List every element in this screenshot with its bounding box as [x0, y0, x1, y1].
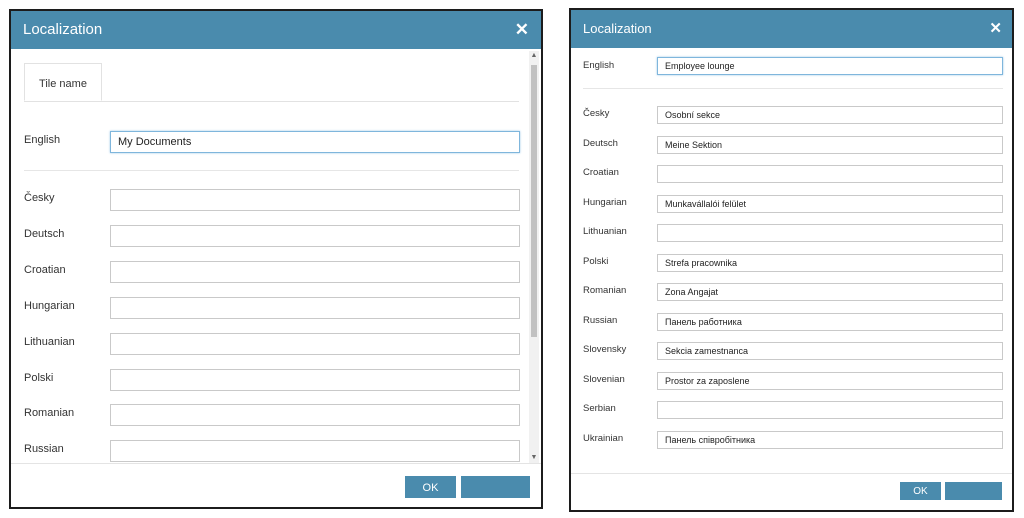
language-label--esky: Česky: [24, 192, 55, 204]
language-field-deutsch[interactable]: [110, 224, 520, 247]
dialog-title: Localization: [23, 21, 103, 38]
english-field[interactable]: [657, 57, 1003, 75]
language-field-romanian[interactable]: [110, 404, 520, 427]
ok-button[interactable]: OK: [900, 482, 941, 500]
language-label-lithuanian: Lithuanian: [24, 335, 75, 348]
language-field-russian[interactable]: [110, 440, 520, 463]
ok-button[interactable]: OK: [405, 476, 456, 498]
dialog-title: Localization: [583, 21, 652, 36]
language-field-ukrainian[interactable]: [657, 430, 1003, 449]
language-label--esky: Česky: [583, 108, 610, 119]
english-label: English: [583, 60, 615, 71]
language-label-russian: Russian: [24, 443, 64, 456]
language-field-deutsch[interactable]: [657, 135, 1003, 154]
scrollbar[interactable]: ▲ ▼: [529, 51, 539, 463]
language-label-hungarian: Hungarian: [583, 196, 627, 208]
tab-tile-name[interactable]: Tile name: [24, 63, 102, 101]
language-label-polski: Polski: [583, 255, 609, 267]
language-label-slovensky: Slovensky: [583, 344, 627, 355]
dialog-footer: OK: [11, 463, 541, 507]
language-label-ukrainian: Ukrainian: [583, 432, 624, 444]
secondary-button[interactable]: [461, 476, 530, 498]
language-field-russian[interactable]: [657, 312, 1003, 331]
scroll-up-icon[interactable]: ▲: [529, 51, 539, 61]
language-label-romanian: Romanian: [583, 285, 627, 296]
language-field-slovensky[interactable]: [657, 342, 1003, 360]
close-icon[interactable]: ✕: [515, 11, 529, 49]
language-field-lithuanian[interactable]: [657, 224, 1003, 242]
language-field-hungarian[interactable]: [657, 194, 1003, 213]
dialog-footer: OK: [571, 473, 1012, 510]
language-label-slovenian: Slovenian: [583, 373, 625, 385]
scroll-down-icon[interactable]: ▼: [529, 453, 539, 463]
language-label-hungarian: Hungarian: [24, 299, 75, 312]
secondary-button[interactable]: [945, 482, 1002, 500]
english-label: English: [24, 134, 61, 146]
localization-dialog-tile-name: Localization ✕ Tile name English Česky De…: [9, 9, 543, 509]
language-field-hungarian[interactable]: [110, 296, 520, 319]
close-icon[interactable]: ✕: [989, 10, 1002, 48]
language-field-serbian[interactable]: [657, 401, 1003, 419]
language-label-croatian: Croatian: [24, 263, 66, 276]
language-field-lithuanian[interactable]: [110, 332, 520, 355]
dialog-titlebar: Localization ✕: [11, 11, 541, 49]
localization-dialog-employee-lounge: Localization ✕ English Česky Deutsch Croat…: [569, 8, 1014, 512]
language-label-polski: Polski: [24, 371, 54, 384]
divider: [583, 88, 1003, 89]
scroll-thumb[interactable]: [531, 65, 537, 337]
dialog-titlebar: Localization ✕: [571, 10, 1012, 48]
language-field-croatian[interactable]: [657, 165, 1003, 183]
tab-bar: Tile name: [24, 63, 519, 102]
english-field[interactable]: [110, 131, 520, 153]
language-label-lithuanian: Lithuanian: [583, 226, 627, 237]
language-label-russian: Russian: [583, 314, 618, 326]
language-label-deutsch: Deutsch: [24, 227, 65, 240]
divider: [24, 170, 519, 171]
language-label-serbian: Serbian: [583, 403, 616, 414]
language-label-croatian: Croatian: [583, 167, 619, 178]
language-field--esky[interactable]: [110, 189, 520, 211]
language-label-romanian: Romanian: [24, 407, 75, 420]
language-field--esky[interactable]: [657, 106, 1003, 124]
language-field-polski[interactable]: [657, 253, 1003, 272]
language-field-croatian[interactable]: [110, 260, 520, 283]
language-field-romanian[interactable]: [657, 283, 1003, 301]
language-field-slovenian[interactable]: [657, 371, 1003, 390]
language-field-polski[interactable]: [110, 368, 520, 391]
language-label-deutsch: Deutsch: [583, 137, 618, 149]
